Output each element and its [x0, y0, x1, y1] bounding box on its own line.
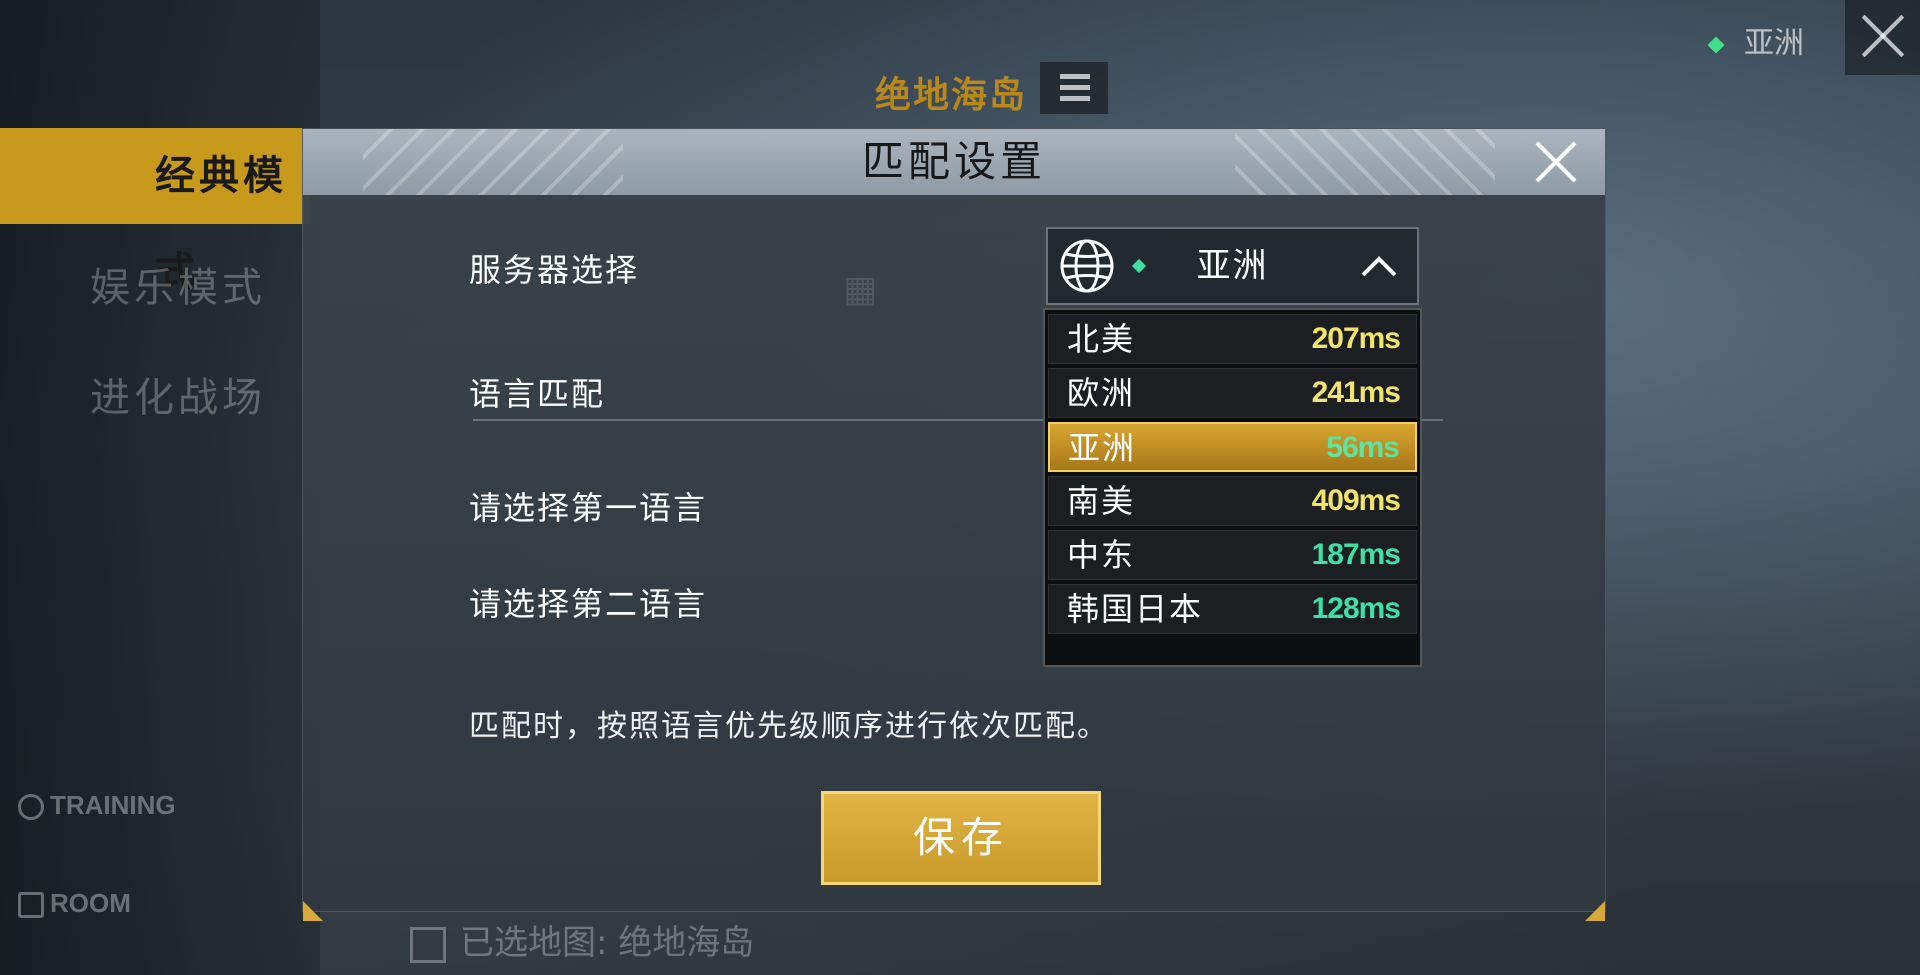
server-option-asia[interactable]: 亚洲 56ms — [1048, 422, 1417, 472]
room-link[interactable]: ROOM — [18, 888, 131, 919]
language-match-label: 语言匹配 — [469, 375, 606, 413]
selected-map[interactable]: 已选地图: 绝地海岛 — [410, 915, 754, 964]
chevron-up-icon — [1361, 256, 1397, 277]
dialog-title: 匹配设置 — [861, 137, 1046, 186]
training-link[interactable]: TRAINING — [18, 790, 176, 821]
region-indicator: 亚洲 — [1707, 18, 1804, 62]
second-language-label: 请选择第二语言 — [469, 585, 708, 623]
server-option-krjp[interactable]: 韩国日本 128ms — [1048, 584, 1417, 634]
close-icon[interactable] — [1533, 139, 1579, 185]
lobby-close-button[interactable] — [1845, 0, 1920, 75]
map-list-button[interactable] — [1040, 62, 1108, 114]
server-option-me[interactable]: 中东 187ms — [1048, 530, 1417, 580]
home-icon — [18, 892, 44, 919]
mode-entertainment[interactable]: 娱乐模式 — [0, 255, 310, 313]
ping-value: 241ms — [1311, 376, 1401, 409]
checkbox-icon — [410, 926, 446, 963]
match-hint: 匹配时，按照语言优先级顺序进行依次匹配。 — [469, 709, 1109, 744]
mode-evolution[interactable]: 进化战场 — [0, 365, 310, 423]
server-label: 服务器选择 — [469, 251, 640, 289]
server-dropdown: 北美 207ms 欧洲 241ms 亚洲 56ms 南美 409ms 中东 18… — [1043, 308, 1422, 667]
ping-value: 56ms — [1326, 431, 1400, 464]
server-option-eu[interactable]: 欧洲 241ms — [1048, 368, 1417, 418]
training-icon — [18, 794, 44, 821]
ping-value: 207ms — [1311, 322, 1401, 355]
ping-value: 187ms — [1311, 538, 1401, 571]
dialog-header: 匹配设置 — [303, 129, 1605, 195]
server-select[interactable]: 亚洲 — [1046, 227, 1419, 305]
save-button[interactable]: 保存 — [821, 791, 1101, 885]
list-icon — [1060, 74, 1090, 79]
mode-classic[interactable]: 经典模式 — [0, 128, 310, 295]
first-language-label: 请选择第一语言 — [469, 489, 708, 527]
ping-value: 409ms — [1311, 484, 1401, 517]
map-title: 绝地海岛 — [875, 75, 1028, 116]
server-option-sa[interactable]: 南美 409ms — [1048, 476, 1417, 526]
status-dot-icon — [1707, 36, 1725, 53]
ping-value: 128ms — [1311, 592, 1401, 625]
server-option-na[interactable]: 北美 207ms — [1048, 314, 1417, 364]
